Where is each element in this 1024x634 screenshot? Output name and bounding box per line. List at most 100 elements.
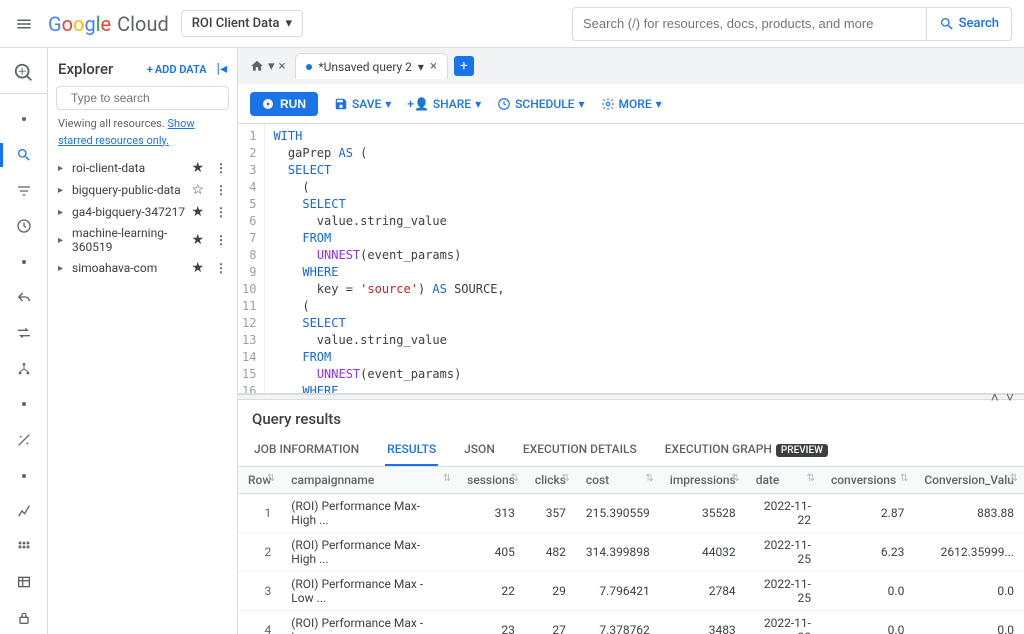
code-content[interactable]: WITH gaPrep AS ( SELECT ( SELECT value.s… xyxy=(265,124,592,393)
run-button[interactable]: RUN xyxy=(250,92,318,116)
rail-dot-4[interactable] xyxy=(4,460,44,492)
star-icon[interactable]: ★ xyxy=(191,204,204,220)
more-icon[interactable]: ⋮ xyxy=(215,261,227,275)
results-title: Query results xyxy=(238,400,1024,434)
top-bar: Google Cloud ROI Client Data ▾ Search xyxy=(0,0,1024,48)
tab-unsaved-query[interactable]: *Unsaved query 2 ▾ × xyxy=(295,53,447,79)
more-icon[interactable]: ⋮ xyxy=(215,183,227,197)
column-header[interactable]: campaignname xyxy=(281,467,457,494)
more-icon[interactable]: ⋮ xyxy=(215,233,227,247)
query-toolbar: RUN SAVE▾ +👤SHARE▾ SCHEDULE▾ MORE▾ xyxy=(238,84,1024,124)
tab-job-info[interactable]: JOB INFORMATION xyxy=(252,434,361,466)
google-cloud-logo[interactable]: Google Cloud xyxy=(48,12,169,36)
rail-filter-icon[interactable] xyxy=(4,175,44,207)
rail-chart-icon[interactable] xyxy=(4,495,44,527)
more-button[interactable]: MORE▾ xyxy=(601,97,662,111)
tree-item-label: machine-learning-360519 xyxy=(72,226,187,254)
logo-cloud-text: Cloud xyxy=(117,12,169,36)
explorer-search-input[interactable] xyxy=(71,91,226,105)
tree-item[interactable]: ▸machine-learning-360519★ ⋮ xyxy=(52,223,233,257)
schedule-button[interactable]: SCHEDULE▾ xyxy=(497,97,584,111)
rail-search-icon[interactable] xyxy=(4,139,44,171)
search-input[interactable] xyxy=(573,16,926,31)
save-button[interactable]: SAVE▾ xyxy=(334,97,391,111)
results-table: Rowcampaignnamesessionsclickscostimpress… xyxy=(238,467,1024,634)
rail-share-icon[interactable] xyxy=(4,282,44,314)
star-icon[interactable]: ☆ xyxy=(191,182,204,198)
explorer-search: ? xyxy=(56,86,229,110)
left-icon-rail xyxy=(0,48,48,634)
tree-item-label: ga4-bigquery-347217 xyxy=(72,205,187,219)
rail-lock-icon[interactable] xyxy=(4,602,44,634)
column-header[interactable]: conversions xyxy=(821,467,914,494)
rail-table-icon[interactable] xyxy=(4,567,44,599)
tab-results[interactable]: RESULTS xyxy=(385,434,438,466)
star-icon[interactable]: ★ xyxy=(191,160,204,176)
preview-badge: PREVIEW xyxy=(776,444,828,457)
rail-grid-icon[interactable] xyxy=(4,531,44,563)
tab-label: *Unsaved query 2 xyxy=(318,60,411,74)
table-body: 1(ROI) Performance Max- High ...31335721… xyxy=(238,494,1024,634)
tab-exec-details[interactable]: EXECUTION DETAILS xyxy=(521,434,639,466)
table-row[interactable]: 3(ROI) Performance Max - Low ...22297.79… xyxy=(238,572,1024,611)
rail-dot-3[interactable] xyxy=(4,389,44,421)
tab-home[interactable]: ▾ × xyxy=(246,59,289,74)
more-icon[interactable]: ⋮ xyxy=(215,161,227,175)
sql-editor[interactable]: 1234567891011121314151617181920212223242… xyxy=(238,124,1024,394)
column-header[interactable]: Row xyxy=(238,467,281,494)
column-header[interactable]: sessions xyxy=(457,467,525,494)
table-row[interactable]: 1(ROI) Performance Max- High ...31335721… xyxy=(238,494,1024,533)
rail-dot-1[interactable] xyxy=(4,104,44,136)
tree-item[interactable]: ▸ roi-client-data ★ ⋮ xyxy=(52,157,233,179)
collapse-panel-icon[interactable]: |◂ xyxy=(217,61,227,77)
menu-icon[interactable] xyxy=(12,12,36,36)
tabs-bar: ▾ × *Unsaved query 2 ▾ × + xyxy=(238,48,1024,84)
query-dot-icon xyxy=(306,64,312,70)
chevron-right-icon: ▸ xyxy=(58,163,68,174)
rail-tree-icon[interactable] xyxy=(4,353,44,385)
rail-settings-icon[interactable] xyxy=(4,424,44,456)
column-header[interactable]: clicks xyxy=(525,467,576,494)
project-name: ROI Client Data xyxy=(192,16,280,31)
table-row[interactable]: 4(ROI) Performance Max - Low ...23277.37… xyxy=(238,611,1024,634)
rail-dot-2[interactable] xyxy=(4,246,44,278)
more-icon[interactable]: ⋮ xyxy=(215,205,227,219)
column-header[interactable]: cost xyxy=(576,467,660,494)
close-icon[interactable]: × xyxy=(430,59,437,74)
play-icon xyxy=(262,98,274,110)
column-header[interactable]: impressions xyxy=(660,467,746,494)
share-icon: +👤 xyxy=(407,97,429,111)
home-icon xyxy=(250,59,264,73)
save-icon xyxy=(334,97,348,111)
tab-json[interactable]: JSON xyxy=(462,434,497,466)
global-search: Search xyxy=(572,7,1012,41)
caret-down-icon: ▾ xyxy=(286,16,293,31)
star-icon[interactable]: ★ xyxy=(191,232,204,248)
bigquery-icon[interactable] xyxy=(0,54,47,94)
table-row[interactable]: 2(ROI) Performance Max- High ...40548231… xyxy=(238,533,1024,572)
explorer-title: Explorer xyxy=(58,60,113,78)
rail-transfer-icon[interactable] xyxy=(4,317,44,349)
line-gutter: 1234567891011121314151617181920212223242… xyxy=(238,124,265,393)
search-button[interactable]: Search xyxy=(926,8,1011,40)
close-icon[interactable]: × xyxy=(279,59,286,74)
tree-item[interactable]: ▸ga4-bigquery-347217★ ⋮ xyxy=(52,201,233,223)
chevron-right-icon: ▸ xyxy=(58,263,68,274)
tab-exec-graph[interactable]: EXECUTION GRAPHPREVIEW xyxy=(663,434,830,466)
clock-icon xyxy=(497,97,511,111)
project-selector[interactable]: ROI Client Data ▾ xyxy=(181,10,303,37)
add-tab-button[interactable]: + xyxy=(454,56,474,76)
tree-item-label: bigquery-public-data xyxy=(72,183,187,197)
column-header[interactable]: date xyxy=(746,467,821,494)
star-icon[interactable]: ★ xyxy=(191,260,204,276)
tree-item-label: roi-client-data xyxy=(72,161,187,175)
column-header[interactable]: Conversion_Valu xyxy=(914,467,1024,494)
rail-history-icon[interactable] xyxy=(4,210,44,242)
tree-item[interactable]: ▸ simoahava-com ★ ⋮ xyxy=(52,257,233,279)
results-table-wrap[interactable]: Rowcampaignnamesessionsclickscostimpress… xyxy=(238,467,1024,634)
add-data-button[interactable]: +ADD DATA xyxy=(147,63,207,76)
results-panel: Query results JOB INFORMATION RESULTS JS… xyxy=(238,400,1024,634)
share-button[interactable]: +👤SHARE▾ xyxy=(407,97,481,111)
tree-item[interactable]: ▸bigquery-public-data☆ ⋮ xyxy=(52,179,233,201)
tree-item-label: simoahava-com xyxy=(72,261,187,275)
